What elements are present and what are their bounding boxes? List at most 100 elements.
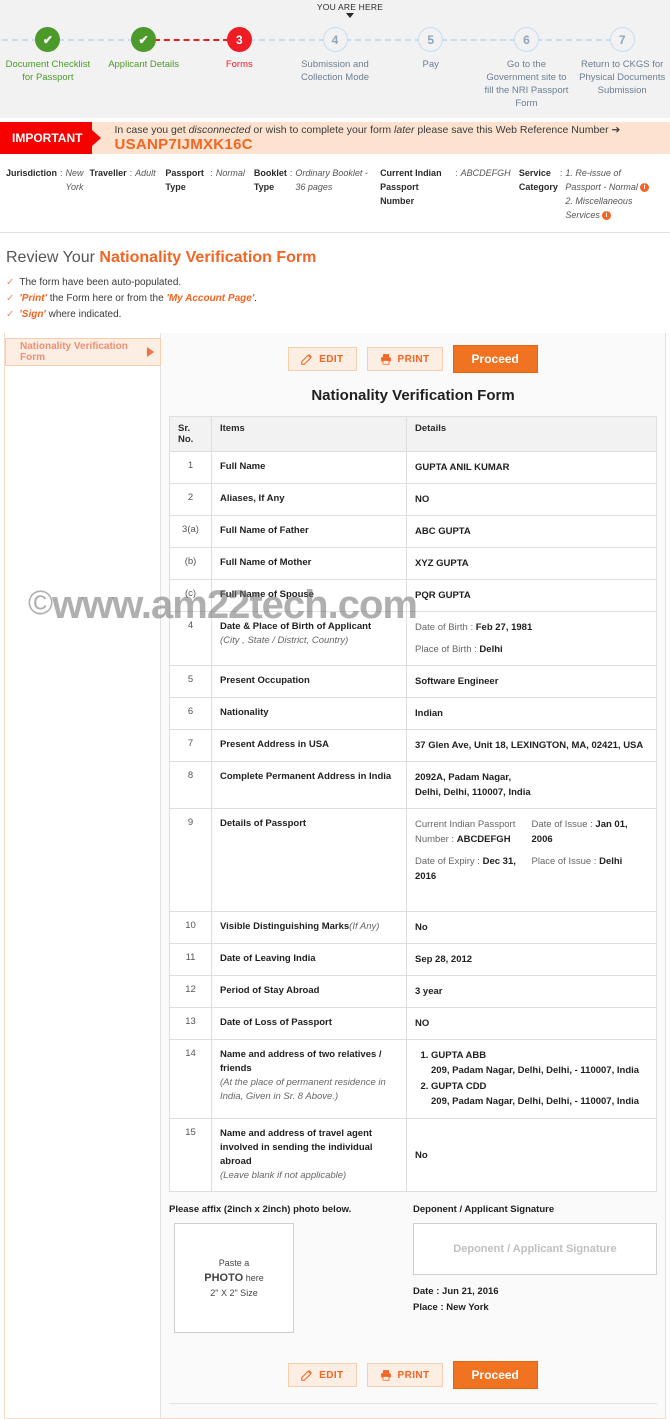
date-label: Date : bbox=[413, 1286, 443, 1297]
passport-place-value: Delhi bbox=[599, 856, 623, 867]
info-icon[interactable]: i bbox=[601, 211, 611, 220]
relative-address: 209, Padam Nagar, Delhi, Delhi, - 110007… bbox=[431, 1096, 640, 1107]
table-row: (b) Full Name of Mother XYZ GUPTA bbox=[169, 547, 657, 580]
form-content: EDIT PRINT Proceed Nationality Verificat… bbox=[160, 333, 665, 1418]
edit-button-label: EDIT bbox=[319, 353, 344, 365]
step-7[interactable]: 7 Return to CKGS for Physical Documents … bbox=[526, 22, 670, 110]
row-detail: XYZ GUPTA bbox=[406, 547, 657, 580]
passport-expiry-label: Date of Expiry : bbox=[415, 856, 483, 867]
check-icon: ✓ bbox=[6, 293, 15, 304]
place-label: Place : bbox=[413, 1302, 447, 1313]
photo-line-2: PHOTO here bbox=[204, 1271, 263, 1286]
row-item: Date & Place of Birth of Applicant (City… bbox=[211, 611, 407, 666]
print-button-label: PRINT bbox=[397, 353, 430, 365]
print-button[interactable]: PRINT bbox=[366, 347, 443, 371]
row-item: Period of Stay Abroad bbox=[211, 975, 407, 1008]
passport-number-value: ABCDEFGH bbox=[456, 834, 511, 845]
sign-emphasis: 'Sign' bbox=[19, 309, 46, 320]
signature-placeholder[interactable]: Deponent / Applicant Signature bbox=[413, 1223, 657, 1275]
booklet-type-value: Ordinary Booklet - 36 pages bbox=[295, 168, 368, 192]
signature-block: Deponent / Applicant Signature Deponent … bbox=[413, 1204, 657, 1333]
step-1[interactable]: ✔ Document Checklist for Passport bbox=[0, 22, 144, 110]
column-header-items: Items bbox=[211, 416, 407, 452]
proceed-button[interactable]: Proceed bbox=[452, 1361, 538, 1389]
relative-name: GUPTA ABB bbox=[431, 1050, 487, 1061]
step-5-label: Pay bbox=[422, 59, 439, 70]
row-sr: 10 bbox=[169, 911, 212, 944]
instruction-item: ✓ 'Print' the Form here or from the 'My … bbox=[6, 291, 664, 307]
sidebar-item-nationality-verification-form[interactable]: Nationality Verification Form bbox=[5, 338, 161, 366]
jurisdiction-bar: Jurisdiction : New York Traveller : Adul… bbox=[0, 154, 670, 233]
row-detail: 37 Glen Ave, Unit 18, LEXINGTON, MA, 024… bbox=[406, 729, 657, 762]
relative-address: 209, Padam Nagar, Delhi, Delhi, - 110007… bbox=[431, 1065, 640, 1076]
proceed-button[interactable]: Proceed bbox=[452, 345, 538, 373]
table-body: 1 Full Name GUPTA ANIL KUMAR 2 Aliases, … bbox=[169, 451, 657, 1192]
row-detail: ABC GUPTA bbox=[406, 515, 657, 548]
column-header-details: Details bbox=[406, 416, 657, 452]
my-account-page-link[interactable]: 'My Account Page' bbox=[166, 293, 254, 304]
chevron-right-icon bbox=[147, 347, 154, 357]
row-sr: 1 bbox=[169, 451, 212, 484]
row-sr: 11 bbox=[169, 943, 212, 976]
edit-button[interactable]: EDIT bbox=[288, 1363, 357, 1387]
service-category-value-2: 2. Miscellaneous Services bbox=[565, 196, 633, 220]
table-head: Sr. No. Items Details bbox=[169, 416, 657, 452]
step-4-label: Submission and Collection Mode bbox=[300, 59, 370, 83]
passport-issue-place: Place of Issue : Delhi bbox=[532, 854, 649, 869]
jurisdiction-key: Jurisdiction bbox=[6, 168, 58, 178]
step-5[interactable]: 5 Pay bbox=[335, 22, 527, 110]
row-sr: 14 bbox=[169, 1039, 212, 1119]
step-3-label: Forms bbox=[225, 59, 253, 70]
check-icon: ✓ bbox=[6, 277, 15, 288]
instruction-mid: the Form here or from the bbox=[46, 293, 167, 304]
passport-details-grid: Current Indian Passport Number : ABCDEFG… bbox=[415, 817, 648, 891]
instruction-item: ✓ The form have been auto-populated. bbox=[6, 275, 664, 291]
date-value: Jun 21, 2016 bbox=[442, 1286, 499, 1297]
instruction-text: 'Sign' where indicated. bbox=[19, 307, 121, 323]
stepper-items: ✔ Document Checklist for Passport ✔ Appl… bbox=[0, 22, 670, 110]
sidebar-item-label: Nationality Verification Form bbox=[20, 341, 128, 363]
printer-icon bbox=[380, 354, 391, 365]
row-item: Name and address of two relatives / frie… bbox=[211, 1039, 407, 1119]
print-button[interactable]: PRINT bbox=[366, 1363, 443, 1387]
instruction-end: where indicated. bbox=[45, 309, 122, 320]
important-banner: IMPORTANT In case you get disconnected o… bbox=[0, 122, 670, 154]
passport-place-label: Place of Issue : bbox=[531, 856, 600, 867]
passport-type-sep: : bbox=[210, 168, 213, 178]
jurisdiction-field: Jurisdiction : New York bbox=[6, 166, 90, 222]
service-category-key: Service Category bbox=[518, 168, 558, 192]
edit-button[interactable]: EDIT bbox=[288, 347, 357, 371]
booklet-type-key: Booklet Type bbox=[253, 168, 287, 192]
passport-number-sep: : bbox=[455, 168, 458, 178]
pencil-icon bbox=[301, 354, 312, 365]
row-detail: No bbox=[406, 911, 657, 944]
step-4[interactable]: 4 Submission and Collection Mode bbox=[239, 22, 431, 110]
relative-name: GUPTA CDD bbox=[431, 1081, 487, 1092]
table-row: 14 Name and address of two relatives / f… bbox=[169, 1039, 657, 1119]
row-item-note: (At the place of permanent residence in … bbox=[220, 1077, 386, 1102]
footer-divider bbox=[169, 1403, 657, 1404]
booklet-type-field: Booklet Type : Ordinary Booklet - 36 pag… bbox=[254, 166, 380, 222]
table-row: (c) Full Name of Spouse PQR GUPTA bbox=[169, 579, 657, 612]
passport-left-col: Current Indian Passport Number : ABCDEFG… bbox=[415, 817, 532, 891]
instruction-text: The form have been auto-populated. bbox=[19, 277, 182, 288]
step-3[interactable]: 3 Forms bbox=[143, 22, 336, 110]
table-row: 9 Details of Passport Current Indian Pas… bbox=[169, 808, 657, 912]
passport-type-value: Normal bbox=[215, 168, 245, 178]
table-row: 1 Full Name GUPTA ANIL KUMAR bbox=[169, 451, 657, 484]
row-item: Date of Leaving India bbox=[211, 943, 407, 976]
info-icon[interactable]: i bbox=[639, 183, 649, 192]
row-item-note: (City , State / District, Country) bbox=[220, 635, 349, 646]
step-6[interactable]: 6 Go to the Government site to fill the … bbox=[430, 22, 623, 110]
row-detail: 2092A, Padam Nagar, Delhi, Delhi, 110007… bbox=[406, 761, 657, 809]
step-2[interactable]: ✔ Applicant Details bbox=[47, 22, 240, 110]
step-7-label: Return to CKGS for Physical Documents Su… bbox=[579, 59, 666, 96]
step-7-number: 7 bbox=[609, 27, 635, 52]
important-em-disconnected: disconnected bbox=[188, 123, 251, 136]
row-detail: Sep 28, 2012 bbox=[406, 943, 657, 976]
traveller-key: Traveller bbox=[89, 168, 127, 178]
row-item-label: Name and address of travel agent involve… bbox=[220, 1128, 373, 1167]
photo-placeholder[interactable]: Paste a PHOTO here 2" X 2" Size bbox=[174, 1223, 294, 1333]
row-item: Complete Permanent Address in India bbox=[211, 761, 407, 809]
row-detail: PQR GUPTA bbox=[406, 579, 657, 612]
